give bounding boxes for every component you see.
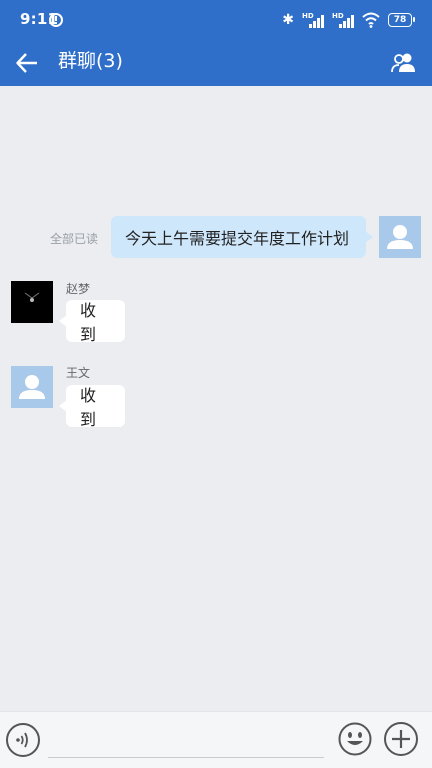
read-status-label: 全部已读 <box>50 232 99 246</box>
message-text: 收到 <box>80 301 97 344</box>
sender-avatar-zhaomeng[interactable] <box>11 281 53 323</box>
chat-title: 群聊(3) <box>58 50 123 72</box>
message-bubble-incoming[interactable]: 收到 <box>59 300 125 344</box>
signal-icon: HD <box>332 12 354 28</box>
back-arrow-icon[interactable] <box>14 49 42 77</box>
sender-name: 王文 <box>66 366 91 380</box>
message-text: 收到 <box>80 386 97 429</box>
message-input[interactable] <box>48 724 324 758</box>
group-members-icon[interactable] <box>390 49 418 77</box>
sender-avatar-wangwen[interactable] <box>11 366 53 408</box>
plus-icon[interactable] <box>384 722 418 756</box>
voice-icon[interactable] <box>6 723 40 757</box>
input-bar <box>0 711 432 768</box>
message-bubble-incoming[interactable]: 收到 <box>59 385 125 429</box>
alarm-icon <box>49 13 63 27</box>
wifi-icon <box>362 12 380 28</box>
message-text: 今天上午需要提交年度工作计划 <box>125 229 350 248</box>
signal-icon: HD <box>302 12 324 28</box>
chat-header: 群聊(3) <box>0 40 432 86</box>
sender-name: 赵梦 <box>66 282 91 296</box>
status-icons: ✱ HD HD 78 <box>282 10 415 30</box>
message-bubble-outgoing[interactable]: 今天上午需要提交年度工作计划 <box>111 216 373 258</box>
top-bar: 9:11 ✱ HD HD 78 群聊(3) <box>0 0 432 86</box>
bluetooth-icon: ✱ <box>282 12 294 28</box>
battery-indicator: 78 <box>388 13 415 27</box>
my-avatar[interactable] <box>379 216 421 258</box>
message-list[interactable]: 全部已读 今天上午需要提交年度工作计划 赵梦 收到 王文 收到 <box>0 86 432 711</box>
emoji-icon[interactable] <box>338 722 372 756</box>
status-bar: 9:11 ✱ HD HD 78 <box>0 0 432 40</box>
